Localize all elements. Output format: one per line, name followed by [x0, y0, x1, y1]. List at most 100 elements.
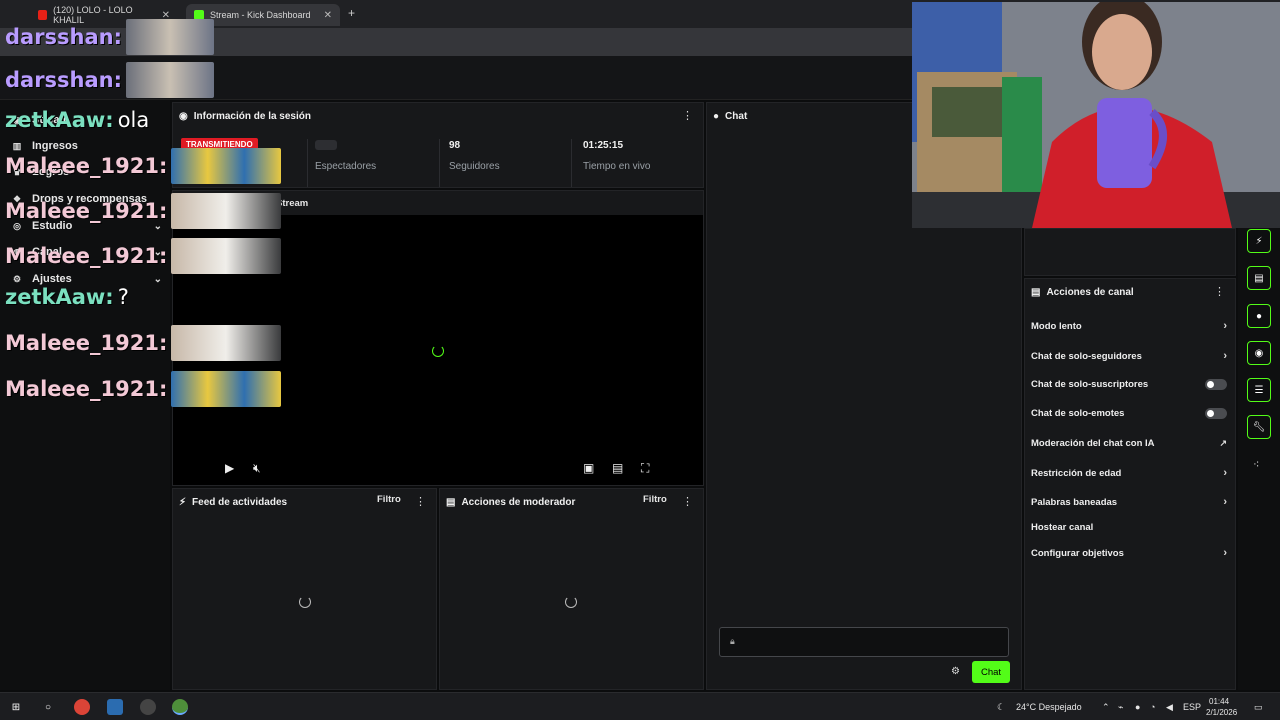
wifi-icon[interactable]: ◔ [1150, 702, 1155, 712]
app-icon[interactable] [107, 699, 123, 715]
chrome-active-icon[interactable] [172, 699, 188, 715]
action-label: Palabras baneadas [1031, 496, 1118, 508]
loading-spinner [432, 345, 444, 357]
chevron-right-icon: › [1223, 467, 1227, 479]
notification-icon[interactable]: ▭ [1254, 702, 1263, 713]
loading-spinner [299, 596, 311, 608]
pip-icon[interactable]: ▣ [583, 461, 594, 475]
chat-username: Maleee_1921: [5, 331, 168, 355]
chat-username: Maleee_1921: [5, 199, 168, 223]
chevron-right-icon: › [1223, 547, 1227, 559]
chrome-icon[interactable] [74, 699, 90, 715]
nodes-icon[interactable]: ⁖ [1253, 458, 1259, 471]
emote-image [126, 19, 215, 55]
windows-start-icon[interactable]: ⊞ [8, 699, 24, 715]
panel-title: Acciones de moderador [461, 497, 576, 508]
activity-feed-panel: ⚡︎ Feed de actividades Filtro ⋮ [172, 488, 437, 690]
wrench-icon[interactable]: 🔧︎ [1247, 415, 1271, 439]
broadcast-icon[interactable]: ◉ [1247, 341, 1271, 365]
tray-chevron-icon[interactable]: ⌃ [1102, 702, 1110, 713]
network-icon[interactable]: ⌁ [1118, 702, 1123, 713]
mic-icon[interactable]: ● [1135, 702, 1140, 712]
panel-header: ◉ Información de la sesión [179, 111, 311, 122]
action-followers-only[interactable]: Chat de solo-seguidores › [1031, 350, 1227, 362]
divider [307, 139, 308, 187]
panel-title: Chat [725, 111, 748, 122]
sidebar-item-label: Ajustes [32, 273, 72, 285]
channel-actions-panel: ▤ Acciones de canal ⋮ [1024, 278, 1236, 690]
action-slow-mode[interactable]: Modo lento › [1031, 320, 1227, 332]
external-link-icon: ↗ [1219, 438, 1227, 448]
chat-settings-icon[interactable]: ⚙ [951, 666, 960, 677]
action-label: Chat de solo-emotes [1031, 408, 1125, 419]
chevron-down-icon: ⌄ [153, 273, 162, 285]
emote-image [171, 371, 282, 407]
mute-icon[interactable]: 🔇︎ [253, 461, 261, 476]
overlay-chat-line: Maleee_1921: [5, 148, 282, 184]
play-icon[interactable]: ▶ [225, 461, 234, 475]
overlay-chat-line: darsshan: [5, 62, 215, 98]
chat-username: zetkAaw: [5, 108, 114, 132]
subscribers-only-toggle[interactable] [1205, 379, 1227, 390]
volume-icon[interactable]: ◀ [1166, 702, 1173, 713]
panel-header: ⚡︎ Feed de actividades [179, 497, 287, 508]
more-options-icon[interactable]: ⋮ [415, 495, 426, 508]
more-options-icon[interactable]: ⋮ [682, 495, 693, 508]
action-label: Hostear canal [1031, 522, 1094, 533]
action-host-channel[interactable]: Hostear canal [1031, 522, 1227, 533]
filter-button[interactable]: Filtro [377, 494, 401, 505]
panel-title: Feed de actividades [192, 497, 288, 508]
gear-icon: ⚙ [12, 273, 22, 284]
chat-send-button[interactable]: Chat [972, 661, 1010, 683]
chat-icon: ● [713, 111, 720, 122]
chat-username: Maleee_1921: [5, 244, 168, 268]
language-indicator[interactable]: ESP [1183, 702, 1201, 712]
chat-message: ola [117, 108, 150, 132]
sidebar-item-ajustes[interactable]: ⚙ Ajustes ⌄ [12, 273, 162, 285]
search-icon[interactable]: ○ [40, 699, 56, 715]
chat-username: darsshan: [5, 25, 123, 49]
overlay-chat-line: darsshan: [5, 19, 215, 55]
clock-time[interactable]: 01:44 [1209, 697, 1229, 706]
panel-title: Información de la sesión [193, 111, 311, 122]
overlay-chat-line: Maleee_1921: [5, 371, 282, 407]
new-tab-button[interactable]: + [348, 6, 355, 20]
divider [571, 139, 572, 187]
panel-header: ▤ Acciones de canal [1031, 287, 1134, 298]
server-icon[interactable]: ☰ [1247, 378, 1271, 402]
loading-spinner [565, 596, 577, 608]
viewers-label: Espectadores [315, 161, 377, 172]
mod-actions-panel: ▤ Acciones de moderador Filtro ⋮ [439, 488, 704, 690]
action-ai-moderation[interactable]: Moderación del chat con IA ↗ [1031, 438, 1227, 449]
webcam-image [912, 2, 1280, 228]
notes-icon[interactable]: ▤ [1247, 266, 1271, 290]
chat-input[interactable]: 🔒︎ [719, 627, 1009, 657]
log-icon: ▤ [446, 497, 456, 508]
panel-header: ● Chat [713, 111, 747, 122]
fullscreen-icon[interactable]: ⛶ [641, 461, 649, 476]
channel-icon: ▤ [1031, 287, 1041, 298]
chevron-right-icon: › [1223, 496, 1227, 508]
broadcast-icon: ◉ [179, 111, 188, 122]
obs-icon[interactable] [140, 699, 156, 715]
overlay-chat-line: Maleee_1921: [5, 238, 282, 274]
lightning-icon[interactable]: ⚡︎ [1247, 229, 1271, 253]
more-options-icon[interactable]: ⋮ [682, 109, 693, 122]
chat-bubble-icon[interactable]: ● [1247, 304, 1271, 328]
action-label: Chat de solo-seguidores [1031, 350, 1142, 362]
more-options-icon[interactable]: ⋮ [1214, 285, 1225, 298]
clock-date[interactable]: 2/1/2026 [1206, 708, 1237, 717]
theater-icon[interactable]: ▤ [612, 461, 623, 475]
followers-value: 98 [449, 140, 461, 151]
overlay-chat-line: zetkAaw: ola [5, 108, 149, 132]
emote-image [171, 325, 282, 361]
action-configure-goals[interactable]: Configurar objetivos › [1031, 547, 1227, 559]
divider [439, 139, 440, 187]
emotes-only-toggle[interactable] [1205, 408, 1227, 419]
action-age-restriction[interactable]: Restricción de edad › [1031, 467, 1227, 479]
close-icon[interactable]: ✕ [324, 10, 332, 21]
live-time-label: Tiempo en vivo [583, 161, 651, 172]
action-banned-words[interactable]: Palabras baneadas › [1031, 496, 1227, 508]
filter-button[interactable]: Filtro [643, 494, 667, 505]
lightning-icon: ⚡︎ [179, 497, 187, 508]
